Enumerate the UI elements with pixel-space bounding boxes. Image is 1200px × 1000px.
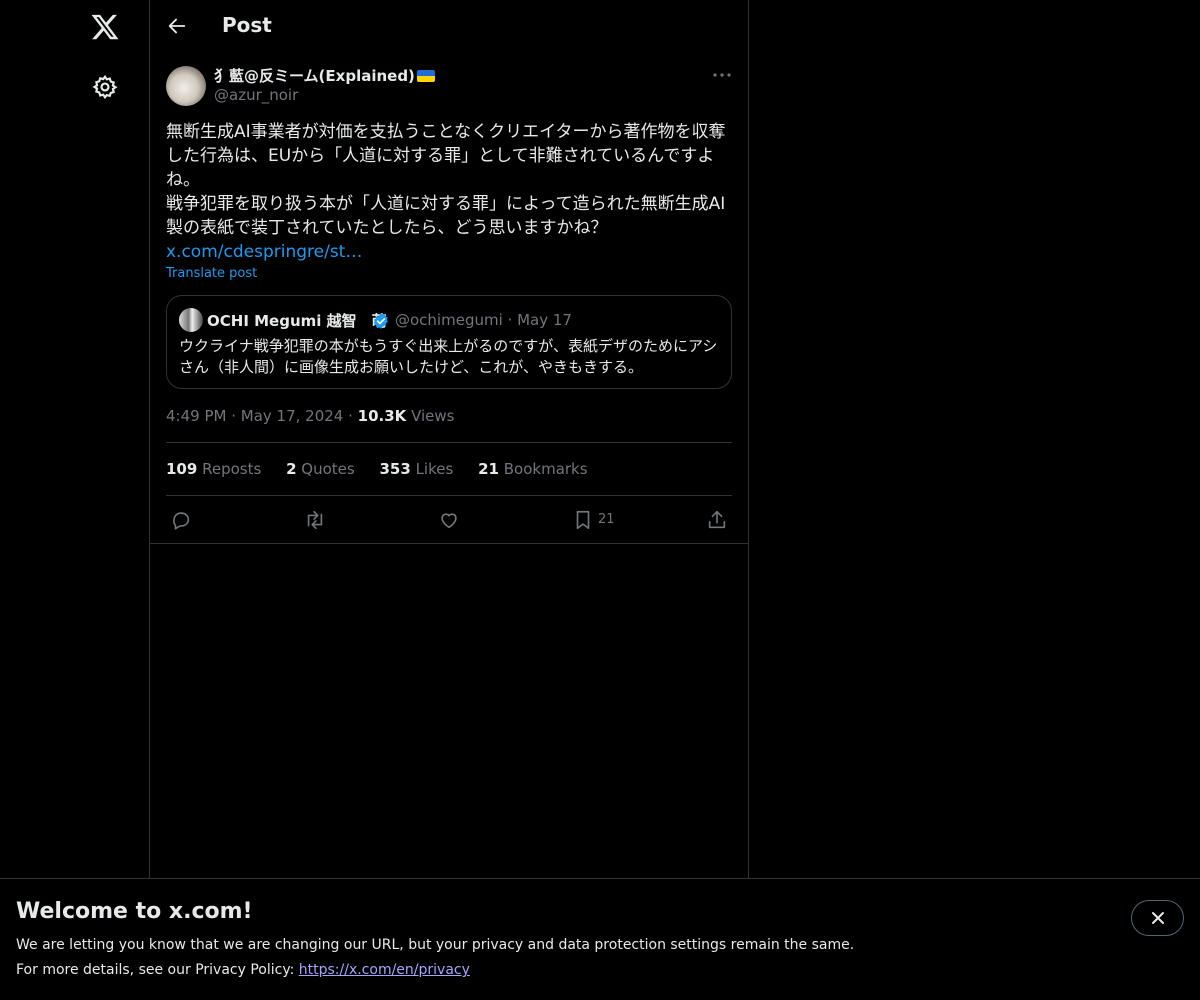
reposts-stat[interactable]: 109 Reposts — [166, 460, 261, 478]
quoted-text: ウクライナ戦争犯罪の本がもうすぐ出来上がるのですが、表紙デザのためにアシさん（非… — [179, 337, 718, 376]
divider — [166, 495, 732, 496]
heart-icon[interactable] — [438, 509, 460, 531]
post-meta: 4:49 PM · May 17, 2024 · 10.3K Views — [166, 407, 455, 425]
banner-message: We are letting you know that we are chan… — [16, 937, 855, 953]
author-name-text: 犭藍@反ミーム(Explained) — [214, 67, 415, 85]
quoted-avatar — [179, 308, 203, 332]
sidebar — [0, 0, 150, 1000]
likes-stat[interactable]: 353 Likes — [379, 460, 453, 478]
post-text-paragraph-2: 戦争犯罪を取り扱う本が「人道に対する罪」によって造られた無断生成AI製の表紙で装… — [166, 194, 726, 238]
arrow-left-icon[interactable] — [166, 15, 188, 37]
post-text-paragraph-1: 無断生成AI事業者が対価を支払うことなくクリエイターから著作物を収奪した行為は、… — [166, 122, 726, 190]
divider — [150, 543, 748, 544]
page-header: Post — [150, 0, 748, 54]
privacy-policy-link[interactable]: https://x.com/en/privacy — [299, 962, 470, 978]
post-link[interactable]: x.com/cdespringre/st… — [166, 240, 732, 264]
close-banner-button[interactable] — [1131, 900, 1184, 936]
post-stats: 109 Reposts 2 Quotes 353 Likes 21 Bookma… — [166, 460, 608, 478]
bookmark-icon[interactable] — [572, 509, 594, 531]
page-title: Post — [222, 13, 272, 37]
url-change-banner: Welcome to x.com! We are letting you kno… — [0, 878, 1200, 1000]
quoted-handle-and-date: @ochimegumi · May 17 — [395, 311, 572, 329]
views-label: Views — [411, 407, 455, 425]
repost-icon[interactable] — [304, 509, 326, 531]
divider — [166, 442, 732, 443]
banner-privacy-line: For more details, see our Privacy Policy… — [16, 962, 470, 978]
author-name[interactable]: 犭藍@反ミーム(Explained) — [214, 65, 435, 86]
post-time[interactable]: 4:49 PM — [166, 407, 226, 425]
verified-badge-icon — [374, 313, 388, 329]
quoted-date: May 17 — [517, 311, 572, 329]
quoted-post[interactable]: OCHI Megumi 越智 萌 @ochimegumi · May 17 ウク… — [166, 295, 732, 389]
gear-icon[interactable] — [92, 74, 118, 100]
reply-icon[interactable] — [170, 509, 192, 531]
avatar[interactable] — [166, 66, 206, 106]
action-bar: 21 — [166, 505, 732, 535]
x-logo-icon[interactable] — [90, 12, 120, 42]
quotes-stat[interactable]: 2 Quotes — [286, 460, 355, 478]
share-icon[interactable] — [706, 509, 728, 531]
close-icon — [1151, 912, 1164, 924]
quoted-handle: @ochimegumi — [395, 311, 503, 329]
translate-post-link[interactable]: Translate post — [166, 266, 257, 281]
post-text: 無断生成AI事業者が対価を支払うことなくクリエイターから著作物を収奪した行為は、… — [166, 120, 732, 264]
more-horizontal-icon[interactable] — [712, 70, 732, 80]
bookmarks-stat[interactable]: 21 Bookmarks — [478, 460, 587, 478]
author-handle[interactable]: @azur_noir — [214, 86, 298, 104]
banner-privacy-prefix: For more details, see our Privacy Policy… — [16, 962, 299, 978]
banner-title: Welcome to x.com! — [16, 899, 253, 924]
views-count: 10.3K — [357, 407, 407, 425]
ukraine-flag-icon — [416, 70, 435, 82]
post-date[interactable]: May 17, 2024 — [241, 407, 344, 425]
quoted-author-name: OCHI Megumi 越智 萌 — [207, 312, 387, 330]
main-column: Post 犭藍@反ミーム(Explained) @azur_noir 無断生成A… — [149, 0, 749, 1000]
bookmark-count: 21 — [598, 512, 615, 527]
